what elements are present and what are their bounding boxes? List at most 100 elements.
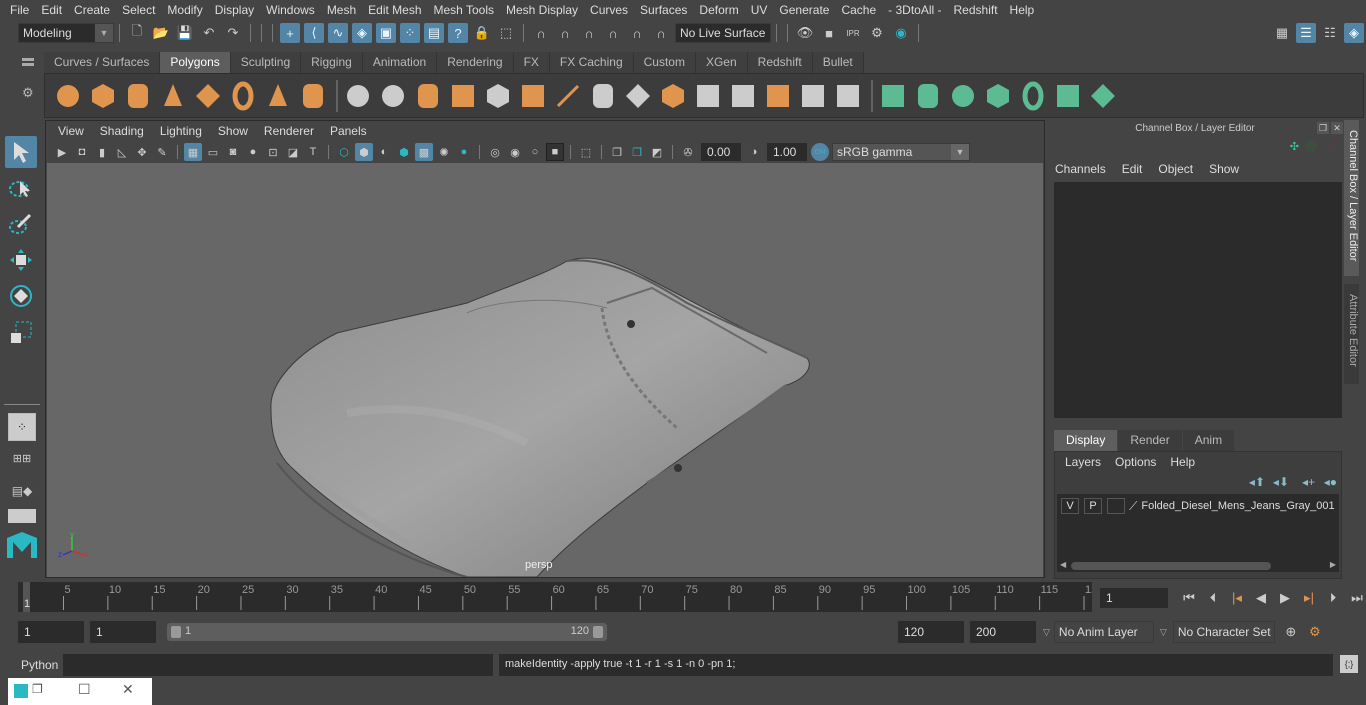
- multi-cut-icon[interactable]: [556, 84, 580, 107]
- poly-sphere-icon[interactable]: [57, 84, 79, 107]
- color-management-toggle[interactable]: ON: [811, 143, 829, 161]
- command-input[interactable]: [63, 654, 493, 676]
- hyperbolic-icon[interactable]: ⟋: [1329, 139, 1337, 152]
- wireframe-icon[interactable]: ⬡: [335, 143, 353, 161]
- step-back-icon[interactable]: ⏴: [1203, 588, 1223, 608]
- timeline-handle[interactable]: [0, 582, 18, 612]
- range-slider[interactable]: 1 120: [167, 623, 607, 641]
- menu-select[interactable]: Select: [116, 3, 161, 17]
- grid-icon[interactable]: ▦: [184, 143, 202, 161]
- layout-uv-icon[interactable]: [1091, 83, 1115, 108]
- shelf-tab-fx[interactable]: FX: [513, 52, 550, 73]
- play-forwards-icon[interactable]: ▶: [1275, 588, 1295, 608]
- select-render-icon[interactable]: ▤: [424, 23, 444, 43]
- viewport-menu-lighting[interactable]: Lighting: [152, 124, 210, 138]
- isolate-select-icon[interactable]: ⬚: [577, 143, 595, 161]
- close-window-icon[interactable]: ✕: [122, 681, 134, 698]
- snap-view-icon[interactable]: ∩: [603, 23, 623, 43]
- camera-select-icon[interactable]: ▶: [53, 143, 71, 161]
- bookmark-icon[interactable]: ▮: [93, 143, 111, 161]
- safe-action-icon[interactable]: ◪: [284, 143, 302, 161]
- select-vertex-icon[interactable]: ◈: [352, 23, 372, 43]
- prev-key-icon[interactable]: |◂: [1227, 588, 1247, 608]
- menu-mesh-tools[interactable]: Mesh Tools: [428, 3, 500, 17]
- hud-icon[interactable]: ◩: [648, 143, 666, 161]
- poly-torus-icon[interactable]: [232, 81, 254, 110]
- quad-draw-icon[interactable]: [837, 84, 859, 107]
- animation-prefs-icon[interactable]: ⚙: [1305, 622, 1325, 642]
- script-editor-icon[interactable]: {;}: [1340, 655, 1358, 673]
- go-to-start-icon[interactable]: ⏮: [1179, 588, 1199, 608]
- shelf-tab-bullet[interactable]: Bullet: [812, 52, 864, 73]
- speed-icon[interactable]: [1305, 140, 1317, 152]
- shelf-menu-icon[interactable]: [22, 58, 34, 61]
- maximize-icon[interactable]: ☐: [78, 681, 91, 698]
- layer-playback-toggle[interactable]: P: [1084, 498, 1102, 514]
- xray-joints-icon[interactable]: ❐: [608, 143, 626, 161]
- move-layer-up-icon[interactable]: ◂⬆: [1249, 475, 1265, 489]
- separate-icon[interactable]: [382, 84, 404, 107]
- manipulator-icon[interactable]: ✣: [1290, 140, 1299, 153]
- shelf-settings-gear-icon[interactable]: ⚙: [22, 85, 38, 101]
- jeans-model[interactable]: [47, 163, 1043, 577]
- four-view-layout-icon[interactable]: ⊞⊞: [8, 445, 36, 473]
- menu-help[interactable]: Help: [1004, 3, 1041, 17]
- automatic-uv-icon[interactable]: [987, 83, 1009, 108]
- shelf-tab-rendering[interactable]: Rendering: [437, 52, 514, 73]
- layer-menu-layers[interactable]: Layers: [1065, 455, 1101, 469]
- playback-end-field[interactable]: 120: [898, 621, 964, 643]
- smooth-shade-icon[interactable]: ⬢: [355, 143, 373, 161]
- lasso-tool-icon[interactable]: [5, 172, 37, 204]
- merge-icon[interactable]: [802, 84, 824, 107]
- select-misc-icon[interactable]: ⁘: [400, 23, 420, 43]
- mirror-icon[interactable]: [418, 83, 438, 108]
- snap-curve-icon[interactable]: ∩: [555, 23, 575, 43]
- menu-file[interactable]: File: [4, 3, 35, 17]
- tool-settings-icon[interactable]: ☷: [1320, 23, 1340, 43]
- char-set-chevron-icon[interactable]: ▽: [1160, 627, 1167, 638]
- exposure-field[interactable]: 0.00: [701, 143, 741, 161]
- shelf-tab-redshift[interactable]: Redshift: [747, 52, 813, 73]
- viewport-menu-view[interactable]: View: [50, 124, 92, 138]
- layer-tab-display[interactable]: Display: [1054, 430, 1118, 451]
- shelf-tab-curves-surfaces[interactable]: Curves / Surfaces: [44, 52, 161, 73]
- textured-icon[interactable]: ▩: [415, 143, 433, 161]
- viewport-menu-show[interactable]: Show: [210, 124, 256, 138]
- shelf-tab-polygons[interactable]: Polygons: [160, 52, 231, 73]
- layer-menu-options[interactable]: Options: [1115, 455, 1156, 469]
- step-forward-icon[interactable]: ⏵: [1323, 588, 1343, 608]
- live-surface-field[interactable]: No Live Surface: [675, 23, 771, 43]
- xray-icon[interactable]: ⬢: [395, 143, 413, 161]
- poly-cone-icon[interactable]: [164, 83, 182, 106]
- screen-space-ao-icon[interactable]: ◎: [486, 143, 504, 161]
- fill-hole-icon[interactable]: [662, 83, 684, 108]
- scale-tool-icon[interactable]: [5, 316, 37, 348]
- side-tab-channel-box[interactable]: Channel Box / Layer Editor: [1344, 120, 1359, 276]
- shelf-tab-sculpting[interactable]: Sculpting: [230, 52, 302, 73]
- select-by-object-icon[interactable]: ⟨: [304, 23, 324, 43]
- layer-tab-render[interactable]: Render: [1118, 430, 1182, 451]
- poly-cylinder-icon[interactable]: [128, 83, 148, 108]
- snap-grid-icon[interactable]: ∩: [531, 23, 551, 43]
- resolution-gate-icon[interactable]: ◙: [224, 143, 242, 161]
- menu-uv[interactable]: UV: [745, 3, 774, 17]
- offset-edge-loop-icon[interactable]: [732, 84, 754, 107]
- character-set-dropdown[interactable]: No Character Set: [1172, 621, 1275, 643]
- lock-icon[interactable]: 🔒: [472, 23, 492, 43]
- bridge-icon[interactable]: [593, 83, 613, 108]
- depth-of-field-icon[interactable]: ■: [546, 143, 564, 161]
- play-backwards-icon[interactable]: ◀: [1251, 588, 1271, 608]
- channel-menu-edit[interactable]: Edit: [1122, 162, 1143, 176]
- poly-pyramid-icon[interactable]: [269, 83, 287, 106]
- next-key-icon[interactable]: ▸|: [1299, 588, 1319, 608]
- help-icon[interactable]: ?: [448, 23, 468, 43]
- undo-icon[interactable]: ↶: [199, 23, 219, 43]
- layer-hscrollbar[interactable]: ◀ ▶: [1057, 560, 1339, 572]
- render-view-icon[interactable]: 👁: [795, 23, 815, 43]
- single-perspective-layout-icon[interactable]: ⁘: [8, 413, 36, 441]
- auto-key-icon[interactable]: ⊕: [1281, 622, 1301, 642]
- open-scene-icon[interactable]: 📂: [151, 23, 171, 43]
- redo-icon[interactable]: ↷: [223, 23, 243, 43]
- range-start-handle[interactable]: [171, 626, 181, 638]
- menu-surfaces[interactable]: Surfaces: [634, 3, 693, 17]
